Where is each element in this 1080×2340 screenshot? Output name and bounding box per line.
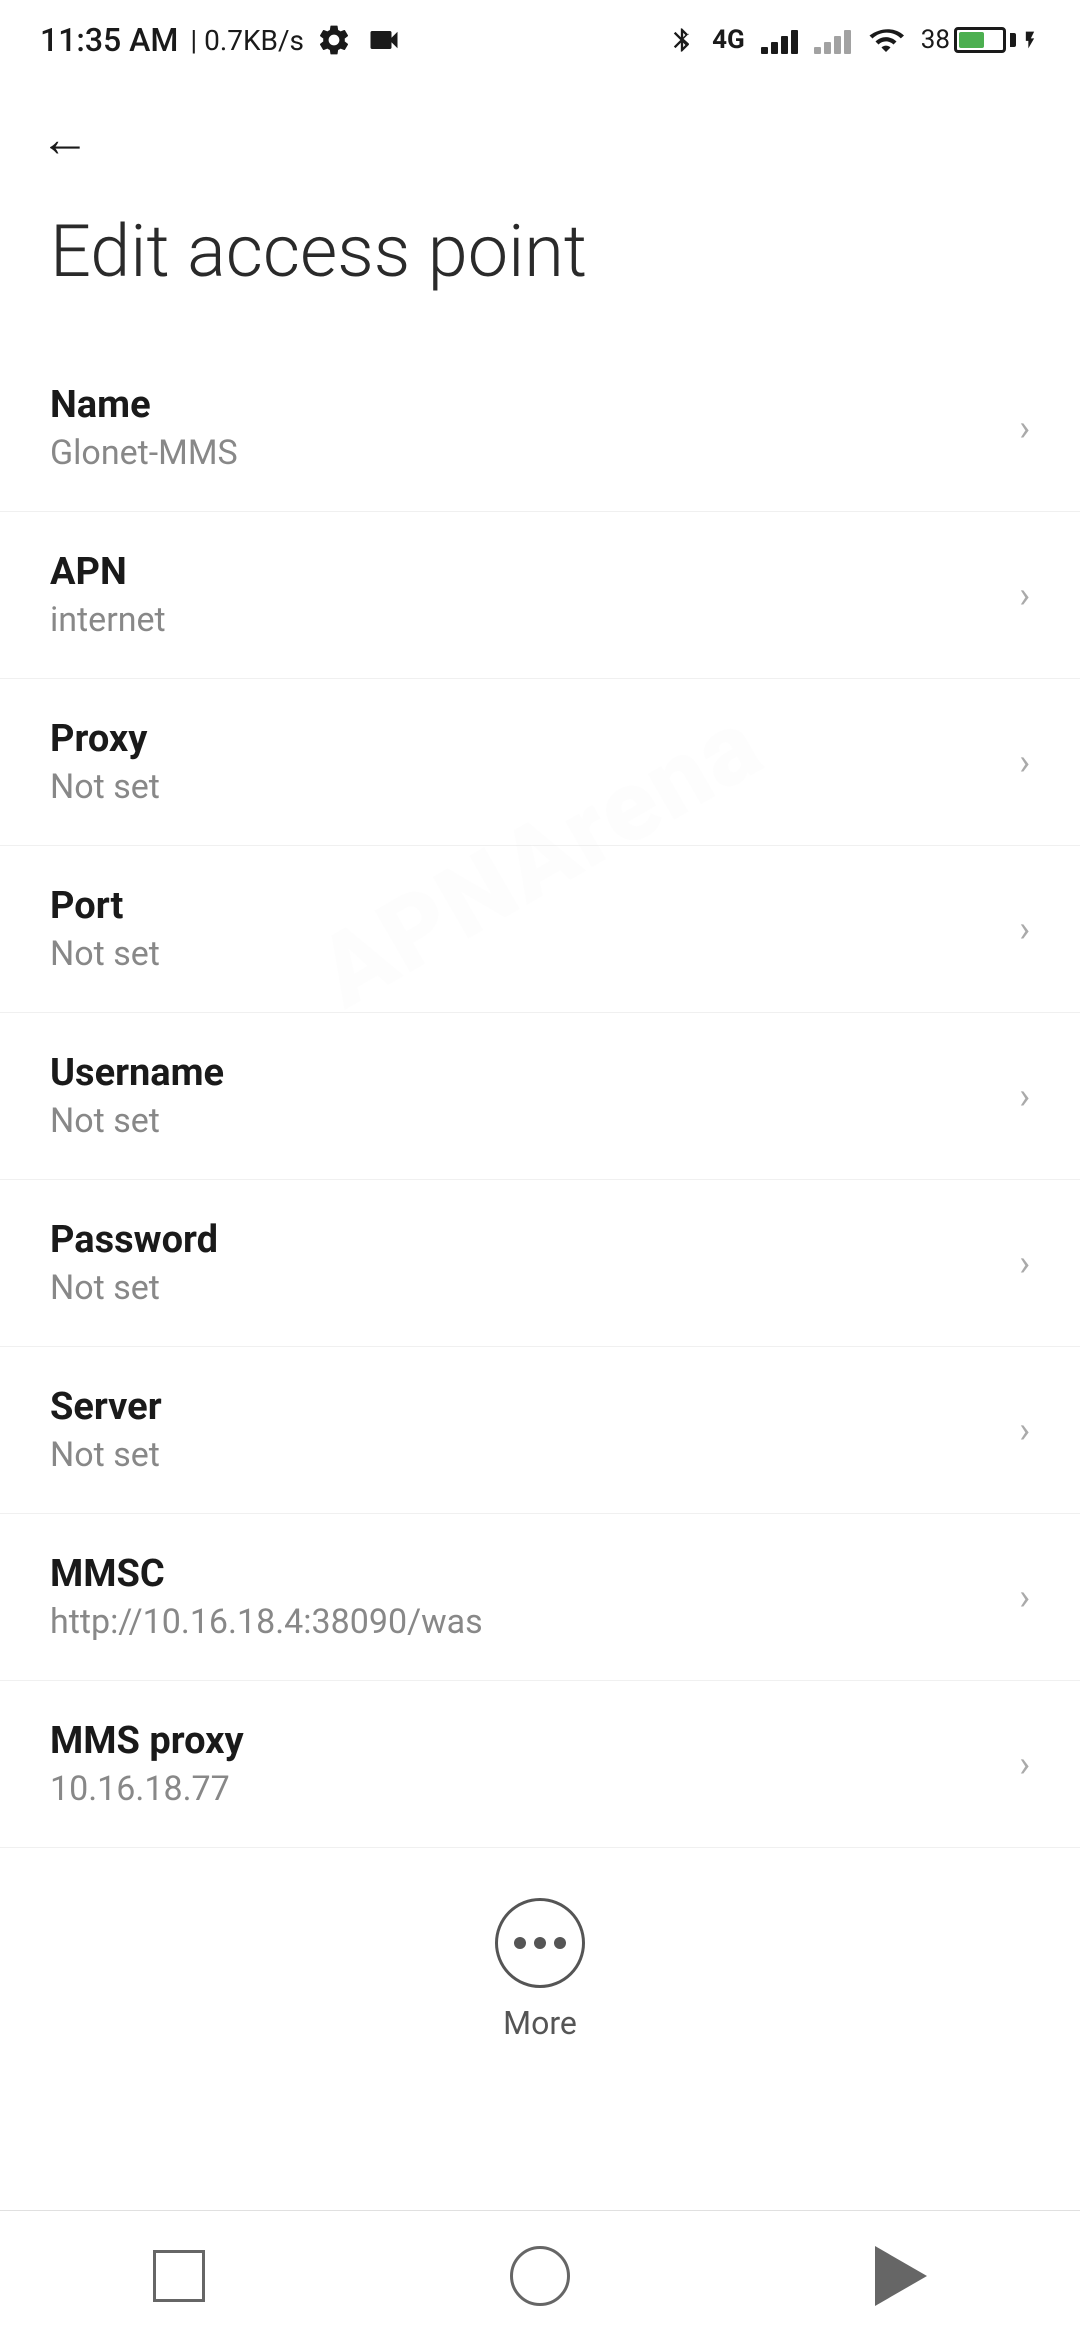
chevron-right-icon: › bbox=[1019, 407, 1030, 449]
more-dots-icon bbox=[514, 1937, 566, 1949]
settings-item-label: Password bbox=[50, 1218, 999, 1262]
back-arrow-icon: ← bbox=[40, 110, 90, 169]
settings-item-value: Not set bbox=[50, 767, 999, 807]
nav-recent-apps[interactable] bbox=[133, 2230, 225, 2322]
settings-item-mms-proxy[interactable]: MMS proxy 10.16.18.77 › bbox=[0, 1681, 1080, 1848]
status-speed: | 0.7KB/s bbox=[190, 24, 304, 57]
back-nav-icon bbox=[875, 2246, 927, 2306]
nav-bar bbox=[0, 2210, 1080, 2340]
status-time: 11:35 AM bbox=[40, 21, 178, 59]
settings-item-password[interactable]: Password Not set › bbox=[0, 1180, 1080, 1347]
recent-apps-icon bbox=[153, 2250, 205, 2302]
chevron-right-icon: › bbox=[1019, 1743, 1030, 1785]
settings-item-content: APN internet bbox=[50, 550, 999, 640]
settings-item-value: internet bbox=[50, 600, 999, 640]
settings-item-content: Password Not set bbox=[50, 1218, 999, 1308]
more-label: More bbox=[503, 2004, 577, 2042]
settings-item-content: MMS proxy 10.16.18.77 bbox=[50, 1719, 999, 1809]
settings-item-value: 10.16.18.77 bbox=[50, 1769, 999, 1809]
wifi-icon bbox=[867, 22, 905, 58]
settings-item-content: Username Not set bbox=[50, 1051, 999, 1141]
settings-item-value: Not set bbox=[50, 1101, 999, 1141]
status-bar-left: 11:35 AM | 0.7KB/s bbox=[40, 21, 404, 59]
settings-item-value: http://10.16.18.4:38090/was bbox=[50, 1602, 999, 1642]
settings-item-content: MMSC http://10.16.18.4:38090/was bbox=[50, 1552, 999, 1642]
settings-item-value: Not set bbox=[50, 1268, 999, 1308]
settings-item-mmsc[interactable]: MMSC http://10.16.18.4:38090/was › bbox=[0, 1514, 1080, 1681]
network-type: 4G bbox=[712, 25, 745, 55]
settings-item-label: APN bbox=[50, 550, 999, 594]
home-icon bbox=[510, 2246, 570, 2306]
more-button[interactable] bbox=[495, 1898, 585, 1988]
signal-bars bbox=[761, 26, 798, 54]
settings-item-label: Username bbox=[50, 1051, 999, 1095]
settings-item-label: MMS proxy bbox=[50, 1719, 999, 1763]
chevron-right-icon: › bbox=[1019, 1242, 1030, 1284]
settings-item-server[interactable]: Server Not set › bbox=[0, 1347, 1080, 1514]
status-bar-right: 4G 38 bbox=[668, 22, 1040, 58]
camera-icon bbox=[364, 22, 404, 58]
settings-list: Name Glonet-MMS › APN internet › Proxy N… bbox=[0, 345, 1080, 1848]
settings-item-value: Not set bbox=[50, 934, 999, 974]
settings-item-value: Not set bbox=[50, 1435, 999, 1475]
settings-item-label: Port bbox=[50, 884, 999, 928]
page-title: Edit access point bbox=[0, 189, 1080, 345]
settings-item-label: Server bbox=[50, 1385, 999, 1429]
status-bar: 11:35 AM | 0.7KB/s 4G bbox=[0, 0, 1080, 80]
settings-item-username[interactable]: Username Not set › bbox=[0, 1013, 1080, 1180]
more-button-container: More bbox=[0, 1858, 1080, 2082]
back-button[interactable]: ← bbox=[0, 80, 1080, 189]
battery-indicator: 38 bbox=[921, 24, 1040, 56]
settings-item-content: Port Not set bbox=[50, 884, 999, 974]
chevron-right-icon: › bbox=[1019, 908, 1030, 950]
settings-item-label: Proxy bbox=[50, 717, 999, 761]
settings-item-apn[interactable]: APN internet › bbox=[0, 512, 1080, 679]
chevron-right-icon: › bbox=[1019, 741, 1030, 783]
chevron-right-icon: › bbox=[1019, 1576, 1030, 1618]
settings-item-proxy[interactable]: Proxy Not set › bbox=[0, 679, 1080, 846]
settings-item-label: MMSC bbox=[50, 1552, 999, 1596]
chevron-right-icon: › bbox=[1019, 574, 1030, 616]
settings-item-content: Server Not set bbox=[50, 1385, 999, 1475]
nav-back[interactable] bbox=[855, 2226, 947, 2326]
settings-item-name[interactable]: Name Glonet-MMS › bbox=[0, 345, 1080, 512]
chevron-right-icon: › bbox=[1019, 1075, 1030, 1117]
signal-bars-2 bbox=[814, 26, 851, 54]
settings-item-port[interactable]: Port Not set › bbox=[0, 846, 1080, 1013]
bluetooth-icon bbox=[668, 22, 696, 58]
chevron-right-icon: › bbox=[1019, 1409, 1030, 1451]
settings-item-content: Proxy Not set bbox=[50, 717, 999, 807]
nav-home[interactable] bbox=[490, 2226, 590, 2326]
settings-icon bbox=[316, 22, 352, 58]
settings-item-content: Name Glonet-MMS bbox=[50, 383, 999, 473]
charging-icon bbox=[1020, 24, 1040, 56]
settings-item-value: Glonet-MMS bbox=[50, 433, 999, 473]
settings-item-label: Name bbox=[50, 383, 999, 427]
